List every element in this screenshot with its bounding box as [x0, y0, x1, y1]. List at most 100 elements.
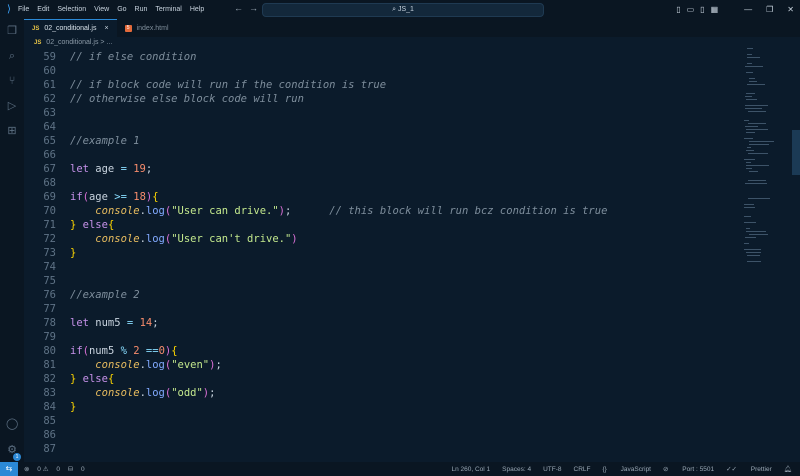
line-number: 61: [43, 79, 56, 91]
line-number: 71: [43, 219, 56, 231]
minimap-line: [746, 150, 754, 151]
menu-view[interactable]: View: [94, 6, 109, 13]
line-code: // if else condition: [70, 51, 197, 63]
minimap-line: [745, 66, 763, 67]
command-center-search[interactable]: ⌕ JS_1: [262, 3, 544, 17]
breadcrumb-file[interactable]: 02_conditional.js: [46, 39, 98, 46]
line-code: console.log("odd");: [95, 387, 216, 399]
run-debug-icon[interactable]: ▷: [6, 100, 18, 112]
minimap-line: [749, 171, 758, 172]
end-of-line[interactable]: CRLF: [574, 466, 591, 473]
encoding[interactable]: UTF-8: [543, 466, 561, 473]
line-code: console.log("even");: [95, 359, 222, 371]
restore-icon[interactable]: ❐: [766, 5, 773, 14]
extensions-icon[interactable]: ⊞: [6, 125, 18, 137]
close-window-icon[interactable]: ✕: [787, 5, 794, 14]
minimap-line: [744, 249, 761, 250]
line-number: 63: [43, 107, 56, 119]
search-text: JS_1: [397, 6, 414, 13]
minimap-line: [745, 96, 752, 97]
line-number: 59: [43, 51, 56, 63]
tab-label: index.html: [136, 24, 169, 32]
minimap-line: [749, 78, 755, 79]
explorer-icon[interactable]: ❐: [6, 25, 18, 37]
tab-index-html[interactable]: 5 index.html: [117, 19, 177, 37]
menu-edit[interactable]: Edit: [37, 6, 49, 13]
minimap-line: [747, 84, 765, 85]
minimap-line: [744, 159, 755, 160]
window-controls: ▯ ▭ ▯ ▦ — ❐ ✕: [670, 0, 794, 19]
search-icon[interactable]: ⌕: [6, 50, 18, 62]
line-number: 75: [43, 275, 56, 287]
line-number: 66: [43, 149, 56, 161]
language-mode[interactable]: {} JavaScript: [602, 466, 651, 473]
menu-run[interactable]: Run: [135, 6, 148, 13]
errors-indicator[interactable]: ⊗ 0 ⚠ 0: [24, 466, 60, 473]
minimap-line: [748, 123, 766, 124]
minimap[interactable]: [744, 48, 792, 268]
account-icon[interactable]: ◯: [6, 418, 18, 430]
line-number: 65: [43, 135, 56, 147]
line-number: 83: [43, 387, 56, 399]
code-editor[interactable]: 59 // if else condition 60 61 // if block co…: [24, 50, 744, 462]
toggle-secondary-sidebar-icon[interactable]: ▯: [700, 5, 704, 14]
live-server-port[interactable]: ⊘ Port : 5501: [663, 465, 714, 473]
minimap-line: [744, 204, 754, 205]
remote-indicator-icon[interactable]: ⇆: [0, 462, 18, 476]
tab-02-conditional[interactable]: JS 02_conditional.js ×: [24, 19, 117, 37]
minimap-line: [746, 228, 750, 229]
prettier-status[interactable]: ✓✓ Prettier: [726, 465, 772, 473]
menu-bar: File Edit Selection View Go Run Terminal Help: [18, 6, 212, 13]
tab-label: 02_conditional.js: [44, 25, 97, 32]
minimap-line: [748, 111, 766, 112]
line-code: } else{: [70, 373, 115, 385]
editor-tabs: JS 02_conditional.js × 5 index.html: [24, 19, 800, 37]
minimap-line: [744, 120, 749, 121]
line-number: 60: [43, 65, 56, 77]
line-code: let num5 = 14;: [70, 317, 159, 329]
minimap-line: [747, 63, 752, 64]
minimap-line: [748, 198, 770, 199]
minimap-line: [744, 216, 751, 217]
line-code: //example 2: [70, 289, 140, 301]
customize-layout-icon[interactable]: ▦: [711, 5, 719, 14]
notifications-bell-icon[interactable]: 🔔︎: [784, 465, 792, 473]
minimap-line: [749, 81, 757, 82]
minimap-line: [747, 54, 752, 55]
source-control-icon[interactable]: ⑂: [6, 75, 18, 87]
line-number: 68: [43, 177, 56, 189]
line-number: 79: [43, 331, 56, 343]
line-code: }: [70, 401, 77, 413]
line-number: 81: [43, 359, 56, 371]
vscode-logo-icon: ⟩: [7, 4, 11, 15]
line-number: 69: [43, 191, 56, 203]
menu-file[interactable]: File: [18, 6, 29, 13]
minimap-line: [745, 105, 768, 106]
minimap-line: [745, 237, 756, 238]
close-tab-icon[interactable]: ×: [105, 25, 109, 32]
line-number: 76: [43, 289, 56, 301]
editor-scrollbar[interactable]: [792, 130, 800, 175]
line-code: } else{: [70, 219, 115, 231]
minimap-line: [748, 153, 768, 154]
minimap-line: [747, 57, 760, 58]
menu-help[interactable]: Help: [190, 6, 204, 13]
back-arrow-icon[interactable]: ←: [234, 3, 249, 13]
breadcrumb-rest[interactable]: ...: [106, 39, 112, 46]
toggle-panel-icon[interactable]: ▭: [687, 5, 695, 14]
menu-terminal[interactable]: Terminal: [155, 6, 181, 13]
indentation[interactable]: Spaces: 4: [502, 466, 531, 473]
cursor-position[interactable]: Ln 260, Col 1: [451, 466, 490, 473]
line-number: 67: [43, 163, 56, 175]
line-code: if(age >= 18){: [70, 191, 159, 203]
minimap-line: [747, 261, 761, 262]
line-code: // otherwise else block code will run: [70, 93, 304, 105]
ports-indicator[interactable]: ⛁ 0: [68, 466, 85, 473]
minimap-line: [747, 48, 753, 49]
menu-go[interactable]: Go: [117, 6, 126, 13]
minimize-icon[interactable]: —: [744, 5, 752, 14]
minimap-line: [745, 183, 767, 184]
toggle-sidebar-icon[interactable]: ▯: [676, 5, 680, 14]
menu-selection[interactable]: Selection: [57, 6, 86, 13]
minimap-line: [746, 72, 753, 73]
